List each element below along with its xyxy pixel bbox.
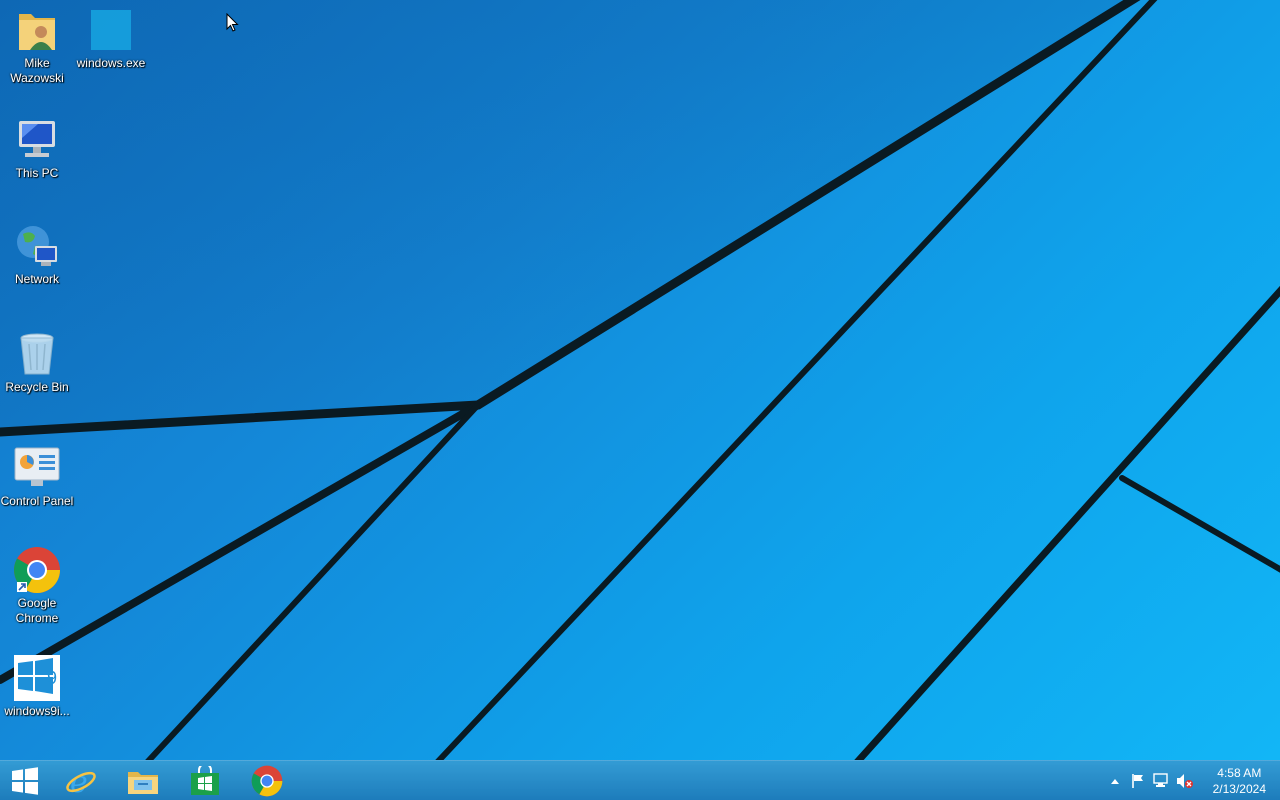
chrome-icon [13, 546, 61, 594]
recycle-bin-icon [13, 330, 61, 378]
taskbar-internet-explorer[interactable]: e [52, 761, 110, 800]
desktop-icon-label: Recycle Bin [5, 380, 69, 394]
desktop-icon-label: Control Panel [0, 494, 74, 508]
volume-muted-icon[interactable] [1176, 772, 1194, 790]
system-tray: 4:58 AM 2/13/2024 [1100, 761, 1280, 800]
desktop-icon-label: Google Chrome [15, 596, 59, 625]
action-center-flag-icon[interactable] [1129, 772, 1147, 790]
svg-text:9: 9 [47, 668, 57, 688]
desktop-icon-label: This PC [15, 166, 59, 180]
network-status-icon[interactable] [1152, 772, 1170, 790]
computer-icon [13, 116, 61, 164]
chrome-icon [251, 765, 283, 796]
desktop[interactable]: Mike Wazowski windows.exe This PC Networ… [0, 0, 1280, 760]
store-icon [191, 765, 219, 795]
desktop-icon-network[interactable]: Network [0, 222, 74, 287]
taskbar: e 4:58 AM 2/13/2024 [0, 760, 1280, 800]
clock[interactable]: 4:58 AM 2/13/2024 [1213, 765, 1266, 797]
mouse-cursor-icon [226, 13, 239, 32]
windows9-installer-icon: 9 [13, 654, 61, 702]
taskbar-chrome[interactable] [238, 761, 296, 800]
desktop-icon-windows9-installer[interactable]: 9 windows9i... [0, 654, 74, 719]
wallpaper [0, 0, 1280, 760]
desktop-icon-recycle-bin[interactable]: Recycle Bin [0, 330, 74, 395]
desktop-icon-google-chrome[interactable]: Google Chrome [0, 546, 74, 626]
clock-date: 2/13/2024 [1212, 782, 1266, 796]
desktop-icon-label: Mike Wazowski [10, 56, 64, 85]
start-button[interactable] [0, 761, 50, 800]
desktop-icon-label: Network [14, 272, 59, 286]
file-explorer-icon [128, 771, 158, 794]
control-panel-icon [13, 444, 61, 492]
show-hidden-icons-arrow-icon[interactable] [1106, 772, 1124, 790]
desktop-icon-windows-exe[interactable]: windows.exe [74, 6, 148, 71]
desktop-icon-mike-wazowski[interactable]: Mike Wazowski [0, 6, 74, 86]
clock-time: 4:58 AM [1217, 766, 1262, 780]
taskbar-store[interactable] [176, 761, 234, 800]
network-icon [13, 222, 61, 270]
desktop-icon-this-pc[interactable]: This PC [0, 116, 74, 181]
internet-explorer-icon: e [66, 765, 96, 797]
user-folder-icon [13, 6, 61, 54]
desktop-icon-label: windows.exe [76, 56, 146, 70]
desktop-icon-control-panel[interactable]: Control Panel [0, 444, 74, 509]
taskbar-file-explorer[interactable] [114, 761, 172, 800]
windows-logo-icon [12, 766, 38, 795]
blank-app-icon [87, 6, 135, 54]
desktop-icon-label: windows9i... [4, 704, 70, 718]
